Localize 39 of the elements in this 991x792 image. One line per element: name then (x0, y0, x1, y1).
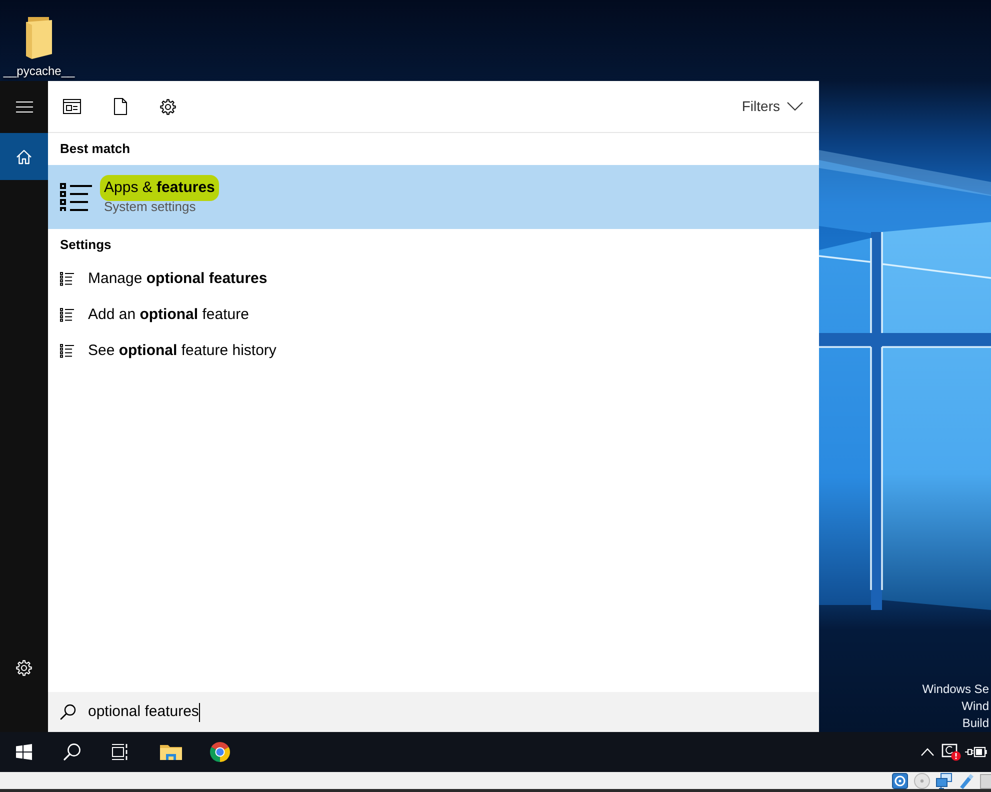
browser-icon (210, 742, 230, 762)
section-heading: Settings (59, 236, 112, 254)
hard-disk-icon[interactable] (892, 772, 908, 788)
menu-icon (16, 101, 32, 113)
home-button[interactable] (0, 133, 48, 180)
windows-logo-icon (16, 744, 32, 760)
search-icon (60, 704, 76, 720)
text-cursor (198, 702, 200, 722)
settings-icon (160, 98, 176, 114)
folder-icon (160, 743, 182, 761)
section-heading: Best match (59, 140, 132, 158)
task-view-icon (112, 744, 128, 760)
search-result[interactable]: Add an optional feature (48, 297, 819, 333)
folder-shortcut[interactable]: __pycache__ (4, 17, 74, 78)
filters-button[interactable]: Filters (742, 96, 803, 117)
search-field[interactable]: optional features (48, 692, 819, 732)
chevron-up-icon (920, 748, 934, 756)
list-icon (60, 183, 92, 211)
home-icon (16, 148, 32, 164)
list-icon (60, 308, 74, 322)
network-icon[interactable] (936, 772, 952, 788)
battery-plug-icon (965, 745, 987, 759)
document-icon (114, 98, 126, 115)
folder-icon (25, 17, 53, 59)
search-icon (63, 743, 81, 761)
usb-icon[interactable] (958, 772, 974, 788)
list-icon (60, 344, 74, 358)
result-subtitle: System settings (104, 198, 196, 216)
result-title: Apps & features (100, 175, 219, 201)
edition-text: Windows Se (922, 681, 989, 698)
list-icon (60, 272, 74, 286)
search-result[interactable]: See optional feature history (48, 333, 819, 369)
chevron-down-icon (787, 102, 803, 111)
edition-text: Wind (962, 698, 989, 715)
search-result[interactable]: Manage optional features (48, 261, 819, 297)
app-window-icon (63, 99, 81, 114)
edition-text: Build (962, 715, 989, 732)
settings-icon (16, 660, 32, 676)
search-result[interactable]: Apps & features System settings (48, 165, 819, 229)
